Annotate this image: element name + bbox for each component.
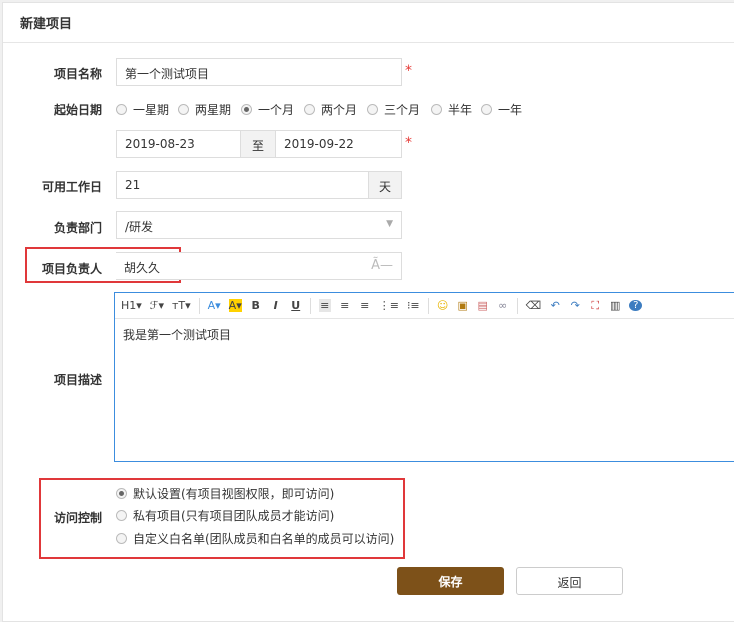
required-star: * <box>405 135 412 151</box>
font-color-button[interactable]: A▾ <box>208 299 221 312</box>
ordered-list-icon[interactable]: ⋮≡ <box>379 299 399 312</box>
italic-button[interactable]: I <box>270 299 282 312</box>
image-icon[interactable]: ▣ <box>457 299 469 312</box>
editor-toolbar: H1▾ ℱ▾ ᴛT▾ A▾ A▾ B I U ≡ ≡ ≡ ⋮≡ ⁝≡ ☺ ▣ ▤… <box>115 293 734 319</box>
days-unit: 天 <box>368 171 402 199</box>
radio-one-year[interactable]: 一年 <box>481 101 522 118</box>
workdays-label: 可用工作日 <box>41 180 102 194</box>
workdays-input[interactable]: 21 <box>116 171 369 199</box>
dept-label: 负责部门 <box>53 221 102 235</box>
save-button[interactable]: 保存 <box>397 567 504 595</box>
back-button[interactable]: 返回 <box>516 567 623 595</box>
start-date-label: 起始日期 <box>53 103 102 117</box>
bold-button[interactable]: B <box>250 299 262 312</box>
help-icon[interactable]: ? <box>629 300 643 311</box>
radio-half-year[interactable]: 半年 <box>431 101 472 118</box>
code-icon[interactable]: ▤ <box>477 299 489 312</box>
start-date-input[interactable]: 2019-08-23 <box>116 130 241 158</box>
radio-two-weeks[interactable]: 两星期 <box>178 101 231 118</box>
redo-icon[interactable]: ↷ <box>569 299 581 312</box>
undo-icon[interactable]: ↶ <box>549 299 561 312</box>
radio-two-months[interactable]: 两个月 <box>304 101 357 118</box>
owner-select[interactable]: 胡久久 Ã— <box>116 252 402 280</box>
underline-button[interactable]: U <box>290 299 302 312</box>
to-label: 至 <box>240 130 276 158</box>
rich-text-editor[interactable]: H1▾ ℱ▾ ᴛT▾ A▾ A▾ B I U ≡ ≡ ≡ ⋮≡ ⁝≡ ☺ ▣ ▤… <box>114 292 734 462</box>
access-label: 访问控制 <box>53 511 102 525</box>
paste-icon[interactable]: ▥ <box>609 299 621 312</box>
dept-select[interactable]: /研发 ▼ <box>116 211 402 239</box>
align-right-icon[interactable]: ≡ <box>359 299 371 312</box>
fullscreen-icon[interactable]: ⛶ <box>589 299 601 313</box>
end-date-input[interactable]: 2019-09-22 <box>275 130 402 158</box>
access-private-radio[interactable]: 私有项目(只有项目团队成员才能访问) <box>116 507 334 524</box>
font-family-button[interactable]: ℱ▾ <box>150 299 164 312</box>
align-center-icon[interactable]: ≡ <box>339 299 351 312</box>
radio-one-week[interactable]: 一星期 <box>116 101 169 118</box>
link-icon[interactable]: ∞ <box>497 299 509 312</box>
project-name-input[interactable]: 第一个测试项目 <box>116 58 402 86</box>
radio-one-month[interactable]: 一个月 <box>241 101 294 118</box>
unordered-list-icon[interactable]: ⁝≡ <box>407 299 420 312</box>
chevron-down-icon: ▼ <box>386 219 393 229</box>
name-label: 项目名称 <box>53 67 102 81</box>
required-star: * <box>405 63 412 79</box>
owner-label: 项目负责人 <box>41 262 102 276</box>
access-whitelist-radio[interactable]: 自定义白名单(团队成员和白名单的成员可以访问) <box>116 530 394 547</box>
eraser-icon[interactable]: ⌫ <box>526 299 542 312</box>
desc-label: 项目描述 <box>53 373 102 387</box>
emoji-icon[interactable]: ☺ <box>437 299 449 312</box>
radio-three-months[interactable]: 三个月 <box>367 101 420 118</box>
heading-button[interactable]: H1▾ <box>121 299 142 312</box>
page-title: 新建项目 <box>3 3 734 43</box>
editor-content[interactable]: 我是第一个测试项目 <box>115 319 734 350</box>
font-size-button[interactable]: ᴛT▾ <box>172 299 191 312</box>
clear-chevron-icon: Ã— <box>371 258 393 273</box>
align-left-icon[interactable]: ≡ <box>318 299 331 312</box>
access-default-radio[interactable]: 默认设置(有项目视图权限，即可访问) <box>116 485 334 502</box>
highlight-button[interactable]: A▾ <box>228 299 242 312</box>
